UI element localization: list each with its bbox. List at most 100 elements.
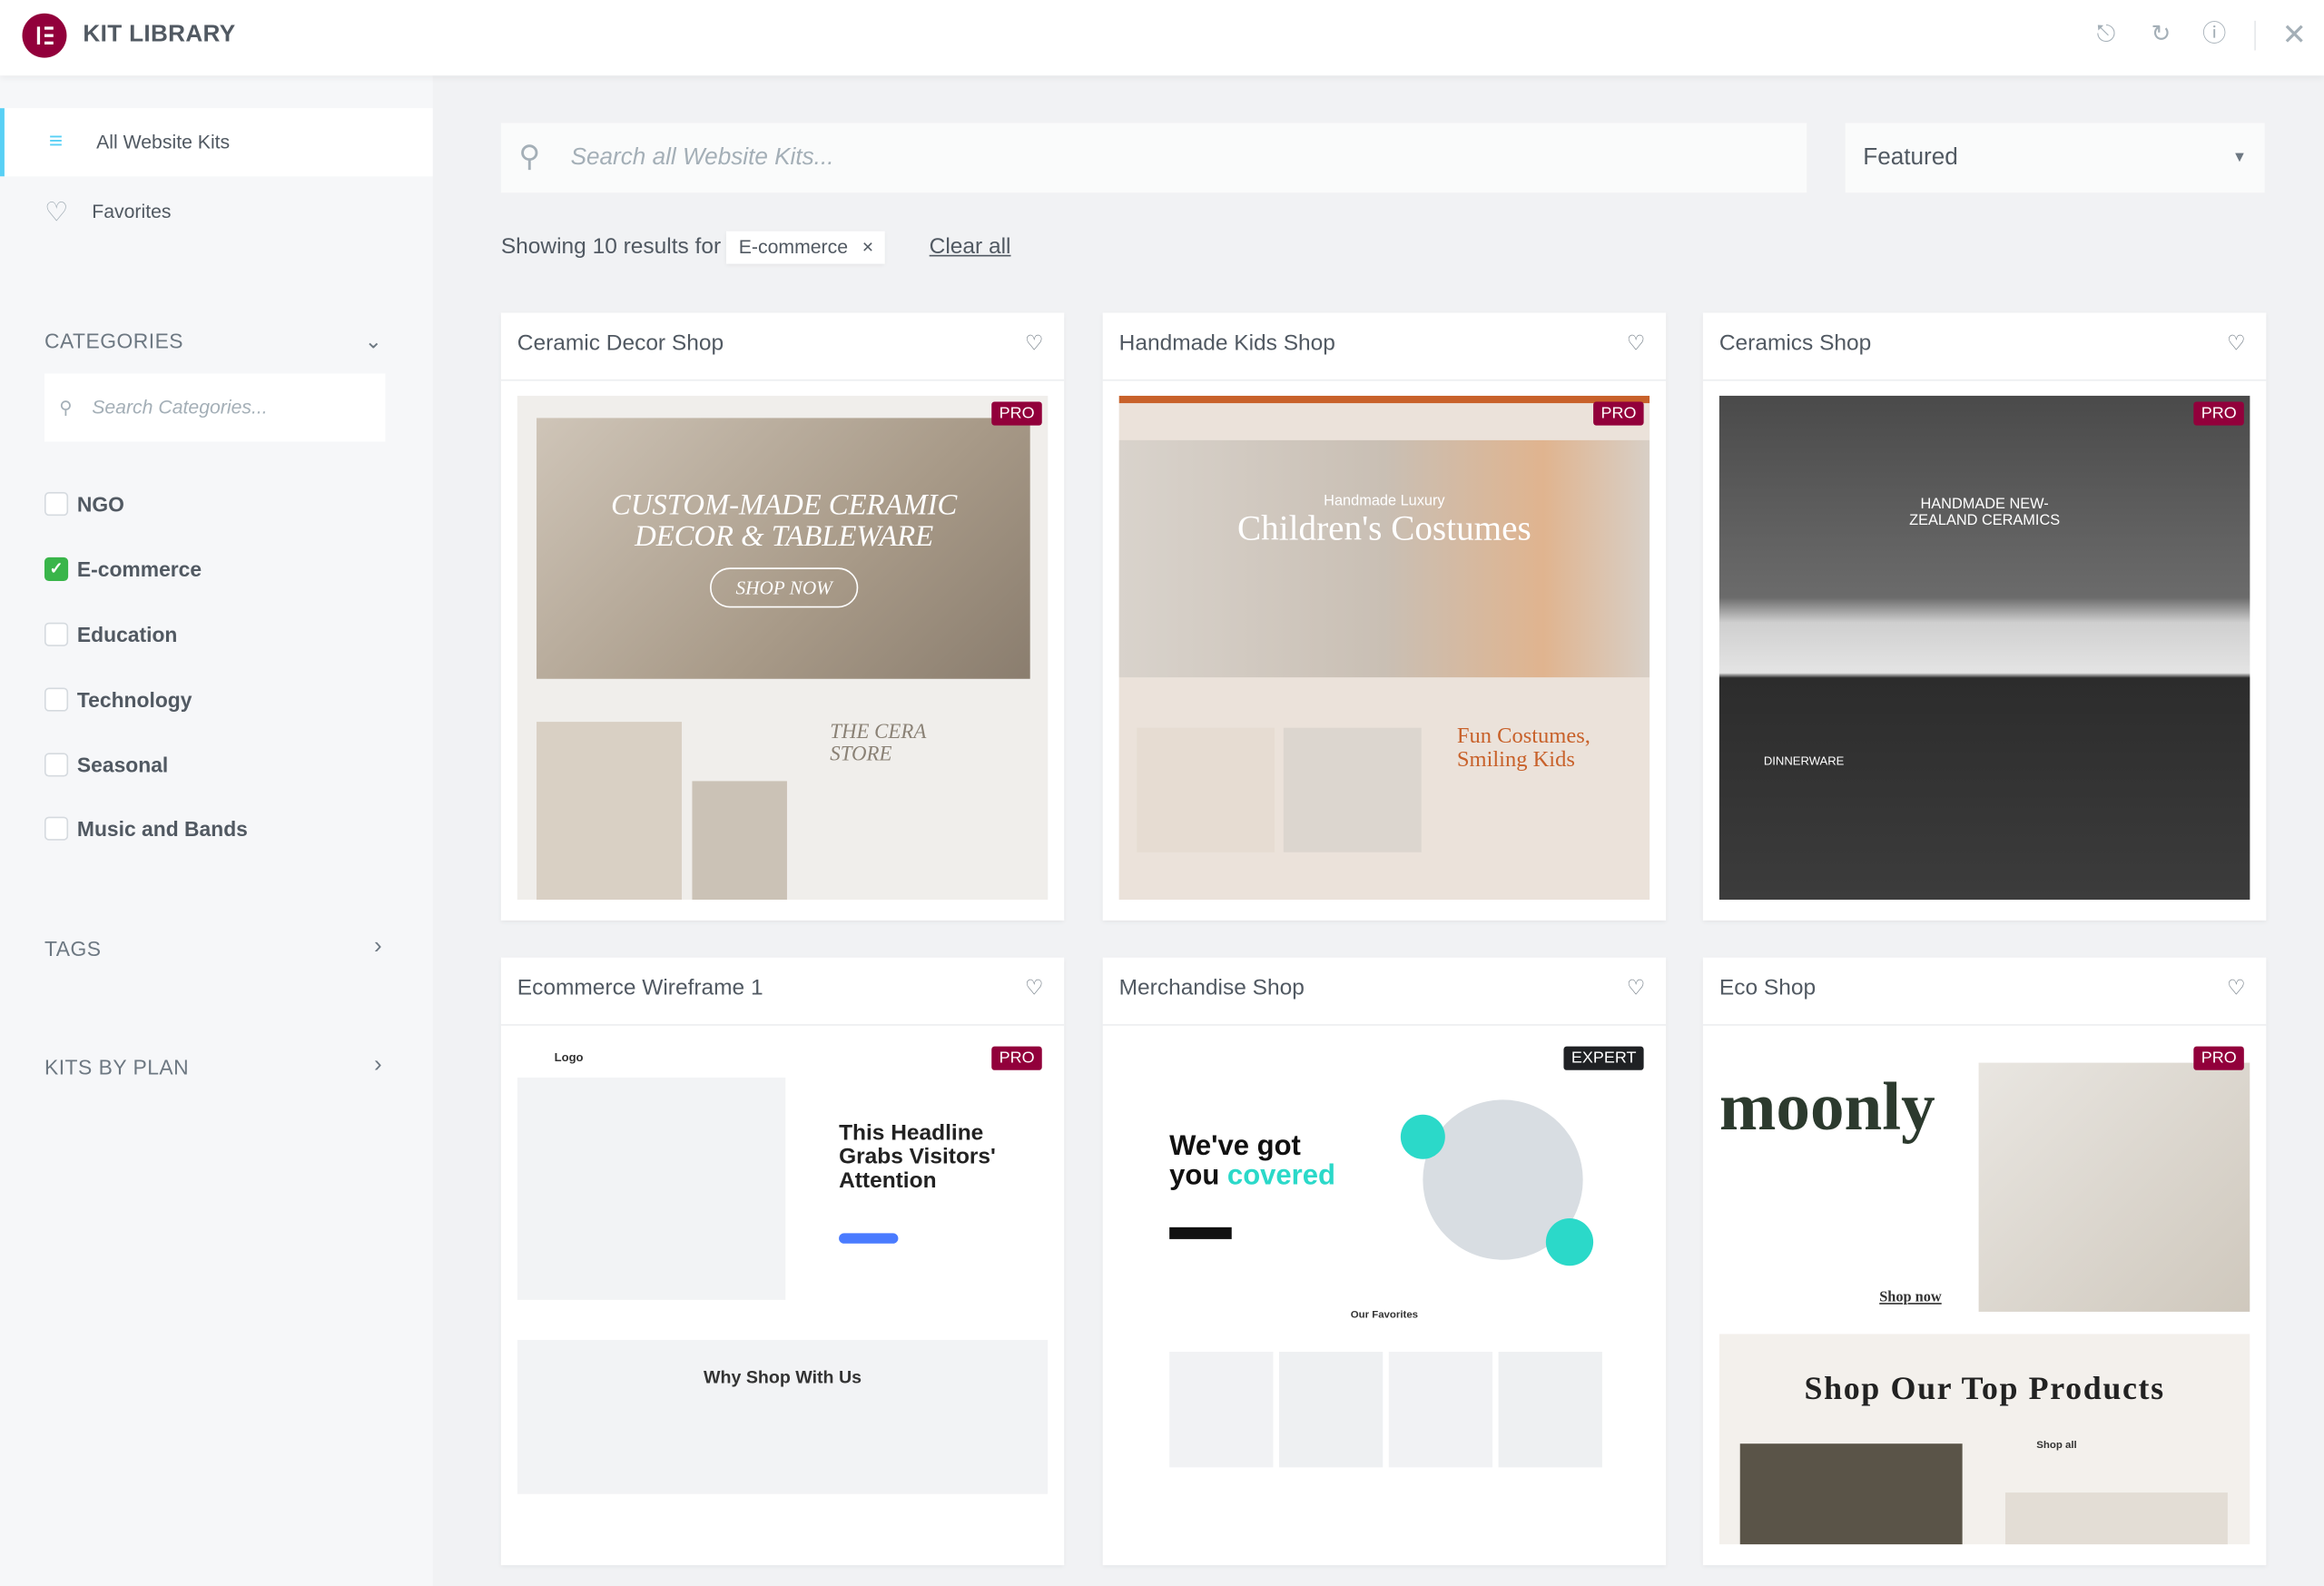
preview-text: SHOP NOW (710, 567, 858, 608)
info-icon[interactable]: ⓘ (2200, 21, 2230, 51)
search-icon: ⚲ (59, 397, 73, 419)
kits-search-input[interactable]: ⚲ Search all Website Kits... (500, 123, 1807, 193)
filter-chip: E-commerce × (726, 231, 886, 264)
checkbox[interactable] (44, 492, 69, 517)
kit-card[interactable]: Ecommerce Wireframe 1 ♡ PRO Logo This He… (500, 957, 1065, 1566)
placeholder: Search all Website Kits... (570, 144, 834, 171)
kit-preview[interactable]: PRO Logo This Headline Grabs Visitors' Att… (517, 1040, 1049, 1545)
upload-icon[interactable]: ⎋ (2092, 21, 2122, 51)
kit-title: Merchandise Shop (1118, 975, 1305, 1001)
kit-card[interactable]: Eco Shop ♡ PRO moonly Shop now Shop Our … (1702, 957, 2267, 1566)
category-label: Education (76, 622, 178, 646)
category-e-commerce[interactable]: ✓ E-commerce (44, 557, 202, 584)
top-bar: KIT LIBRARY ⎋ ↻ ⓘ ✕ (0, 0, 2324, 76)
preview-text: Shop Our Top Products (1804, 1369, 2165, 1407)
category-ngo[interactable]: NGO (44, 492, 124, 518)
results-text: Showing 10 results for (500, 233, 722, 260)
heart-icon[interactable]: ♡ (1627, 330, 1646, 356)
category-label: NGO (76, 492, 124, 517)
preview-text: you (1169, 1160, 1220, 1192)
chevron-down-icon: ⌄ (364, 329, 383, 353)
kit-card[interactable]: Ceramic Decor Shop ♡ PRO CUSTOM-MADE CER… (500, 312, 1065, 921)
sidebar-item-favorites[interactable]: ♡ Favorites (0, 178, 433, 246)
plan-badge: PRO (991, 401, 1042, 426)
placeholder: Search Categories... (92, 395, 268, 419)
checkbox[interactable] (44, 622, 69, 646)
plan-badge: EXPERT (1563, 1046, 1644, 1070)
preview-text: Logo (554, 1050, 584, 1065)
categories-toggle[interactable]: CATEGORIES ⌄ (44, 329, 386, 352)
kit-preview[interactable]: PRO CUSTOM-MADE CERAMIC DECOR & TABLEWARE… (517, 395, 1049, 901)
search-icon: ⚲ (518, 141, 541, 174)
preview-text: moonly (1718, 1069, 1935, 1145)
kit-preview[interactable]: PRO moonly Shop now Shop Our Top Product… (1718, 1040, 2250, 1545)
sync-icon[interactable]: ↻ (2146, 21, 2176, 51)
plan-badge: PRO (2193, 401, 2244, 426)
tags-title: TAGS (44, 936, 102, 960)
category-seasonal[interactable]: Seasonal (44, 753, 168, 779)
heart-icon[interactable]: ♡ (2227, 975, 2246, 1000)
sidebar-item-label: Favorites (92, 200, 172, 222)
kit-preview[interactable]: PRO Handmade Luxury Children's Costumes F… (1118, 395, 1650, 901)
heart-icon[interactable]: ♡ (1025, 975, 1044, 1000)
preview-text: DECOR & TABLEWARE (635, 520, 934, 553)
chevron-right-icon: › (374, 1052, 383, 1078)
kit-preview[interactable]: EXPERT We've got you covered Our Favorite… (1118, 1040, 1650, 1545)
sidebar-item-all-website-kits[interactable]: ≡ All Website Kits (0, 108, 433, 177)
kit-title: Handmade Kids Shop (1118, 330, 1335, 356)
remove-filter-icon[interactable]: × (862, 236, 873, 258)
sidebar: ≡ All Website Kits ♡ Favorites CATEGORIE… (0, 75, 433, 1586)
preview-text: Shop all (2036, 1440, 2077, 1452)
preview-text: This Headline (839, 1120, 984, 1147)
kit-card[interactable]: Handmade Kids Shop ♡ PRO Handmade Luxury… (1102, 312, 1667, 921)
category-label: Music and Bands (76, 816, 248, 841)
checkbox[interactable] (44, 816, 69, 841)
category-label: E-commerce (76, 557, 202, 581)
category-education[interactable]: Education (44, 622, 178, 649)
heart-icon[interactable]: ♡ (2227, 330, 2246, 356)
clear-all-link[interactable]: Clear all (930, 231, 1011, 264)
preview-text: STORE (830, 744, 892, 767)
preview-text: HANDMADE NEW- (1920, 496, 2049, 513)
kit-card[interactable]: Merchandise Shop ♡ EXPERT We've got you c… (1102, 957, 1667, 1566)
preview-text: Handmade Luxury (1324, 493, 1445, 510)
preview-text: covered (1226, 1160, 1335, 1192)
sort-select[interactable]: Featured ▼ (1845, 123, 2265, 193)
checkbox[interactable] (44, 753, 69, 777)
category-label: Seasonal (76, 753, 169, 777)
sort-value: Featured (1863, 144, 1958, 171)
category-technology[interactable]: Technology (44, 687, 192, 714)
preview-text: CUSTOM-MADE CERAMIC (611, 488, 958, 522)
sidebar-item-label: All Website Kits (96, 130, 231, 153)
close-icon[interactable]: ✕ (2280, 21, 2309, 51)
preview-text: Attention (839, 1167, 937, 1194)
plan-badge: PRO (991, 1046, 1042, 1070)
category-label: Technology (76, 687, 192, 712)
checkbox-checked[interactable]: ✓ (44, 557, 69, 581)
elementor-logo (22, 13, 67, 58)
preview-text: Shop now (1879, 1289, 1942, 1306)
preview-text: Grabs Visitors' (839, 1144, 996, 1170)
heart-icon[interactable]: ♡ (1025, 330, 1044, 356)
preview-text: Why Shop With Us (704, 1366, 862, 1388)
preview-text: THE CERA (830, 722, 927, 744)
preview-text: We've got (1169, 1130, 1301, 1162)
heart-icon[interactable]: ♡ (1627, 975, 1646, 1000)
caret-down-icon: ▼ (2231, 149, 2248, 166)
kit-card[interactable]: Ceramics Shop ♡ PRO HANDMADE NEW- ZEALAND… (1702, 312, 2267, 921)
preview-text: DINNERWARE (1763, 754, 1845, 768)
app-title: KIT LIBRARY (83, 22, 236, 48)
categories-search-input[interactable]: ⚲ Search Categories... (44, 373, 386, 442)
category-music-and-bands[interactable]: Music and Bands (44, 816, 248, 843)
kits-by-plan-toggle[interactable]: KITS BY PLAN › (44, 1052, 386, 1079)
tags-toggle[interactable]: TAGS › (44, 934, 386, 960)
preview-text: Smiling Kids (1456, 748, 1575, 773)
checkbox[interactable] (44, 687, 69, 712)
preview-text: ZEALAND CERAMICS (1909, 512, 2061, 529)
plan-title: KITS BY PLAN (44, 1055, 190, 1079)
kit-preview[interactable]: PRO HANDMADE NEW- ZEALAND CERAMICS DINNER… (1718, 395, 2250, 901)
preview-text: Children's Costumes (1236, 509, 1531, 549)
chip-label: E-commerce (738, 235, 849, 259)
filter-icon: ≡ (48, 129, 64, 154)
plan-badge: PRO (2193, 1046, 2244, 1070)
